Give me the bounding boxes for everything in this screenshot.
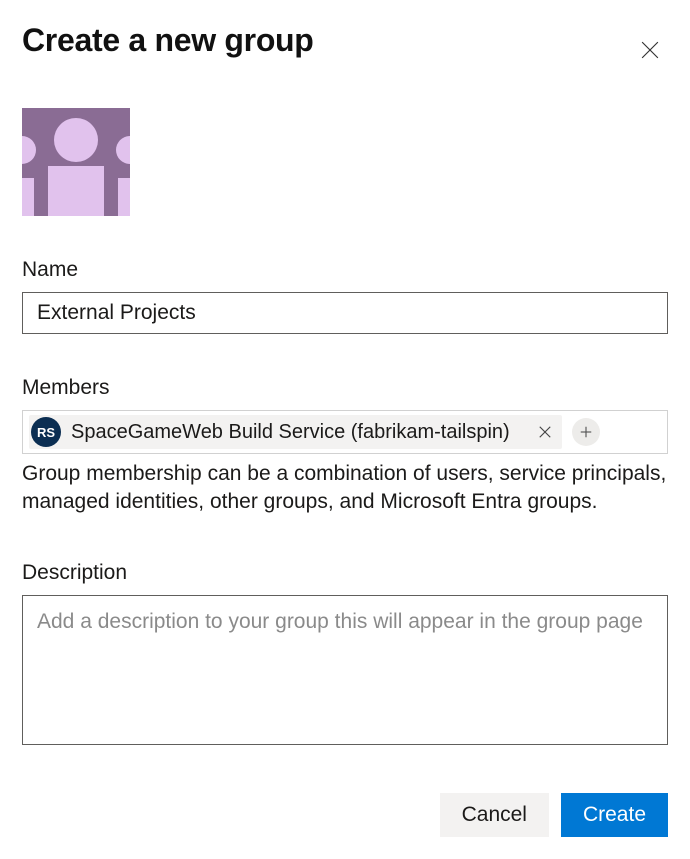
dialog-title: Create a new group — [22, 22, 314, 59]
plus-icon — [579, 425, 593, 439]
member-name: SpaceGameWeb Build Service (fabrikam-tai… — [71, 421, 510, 444]
group-avatar-icon — [22, 108, 130, 216]
members-input[interactable]: RS SpaceGameWeb Build Service (fabrikam-… — [22, 410, 668, 454]
member-avatar: RS — [31, 417, 61, 447]
member-pill: RS SpaceGameWeb Build Service (fabrikam-… — [29, 415, 562, 449]
members-help-text: Group membership can be a combination of… — [22, 460, 668, 517]
description-input[interactable] — [22, 595, 668, 745]
description-label: Description — [22, 561, 668, 585]
close-icon — [538, 425, 552, 439]
remove-member-button[interactable] — [534, 421, 556, 443]
name-label: Name — [22, 258, 668, 282]
name-input[interactable] — [22, 292, 668, 334]
close-icon — [641, 41, 659, 59]
create-button[interactable]: Create — [561, 793, 668, 837]
members-label: Members — [22, 376, 668, 400]
add-member-button[interactable] — [572, 418, 600, 446]
close-button[interactable] — [632, 32, 668, 68]
cancel-button[interactable]: Cancel — [440, 793, 549, 837]
